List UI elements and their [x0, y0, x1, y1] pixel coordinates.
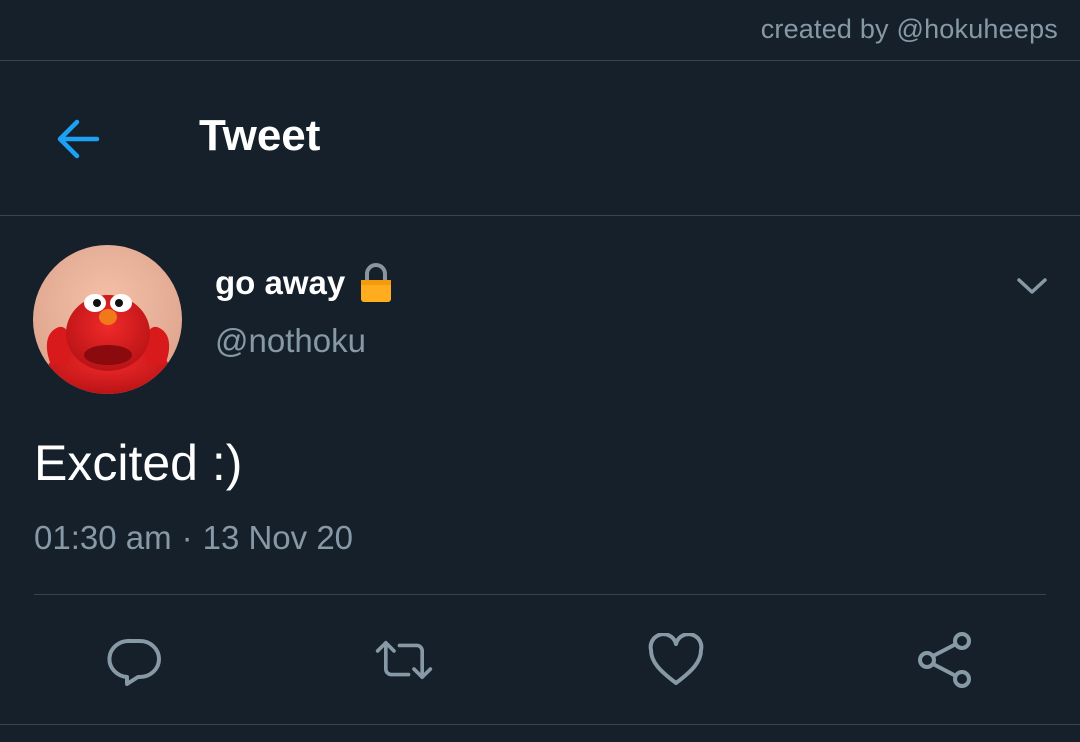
like-button[interactable]: [646, 630, 706, 690]
display-name: go away: [215, 264, 346, 301]
share-button[interactable]: [915, 630, 975, 690]
tweet-date: 13 Nov 20: [202, 519, 354, 556]
tweet-header: Tweet: [0, 61, 1080, 215]
tweet-time: 01:30 am: [34, 519, 172, 556]
author-name-row[interactable]: go away: [215, 263, 393, 303]
watermark-credit: created by @hokuheeps: [760, 14, 1058, 44]
share-icon: [918, 632, 971, 688]
meta-separator: ·: [181, 519, 193, 556]
tweet-divider: [34, 594, 1046, 595]
retweet-button[interactable]: [374, 630, 434, 690]
back-button[interactable]: [50, 113, 104, 165]
tweet-timestamp: 01:30 am · 13 Nov 20: [34, 519, 353, 557]
retweet-icon: [375, 640, 433, 680]
avatar[interactable]: [33, 245, 182, 394]
arrow-left-icon: [57, 119, 100, 159]
heart-icon: [648, 633, 704, 685]
user-handle[interactable]: @nothoku: [215, 322, 366, 360]
header-divider: [0, 215, 1080, 216]
reply-button[interactable]: [105, 630, 165, 690]
chevron-down-icon: [1017, 278, 1047, 294]
lock-icon: [359, 263, 393, 303]
reply-icon: [107, 638, 161, 686]
avatar-image: [33, 245, 182, 394]
page-title: Tweet: [199, 111, 321, 160]
bottom-divider: [0, 724, 1080, 725]
tweet-menu-button[interactable]: [1012, 268, 1052, 304]
tweet-text: Excited :): [34, 435, 243, 491]
